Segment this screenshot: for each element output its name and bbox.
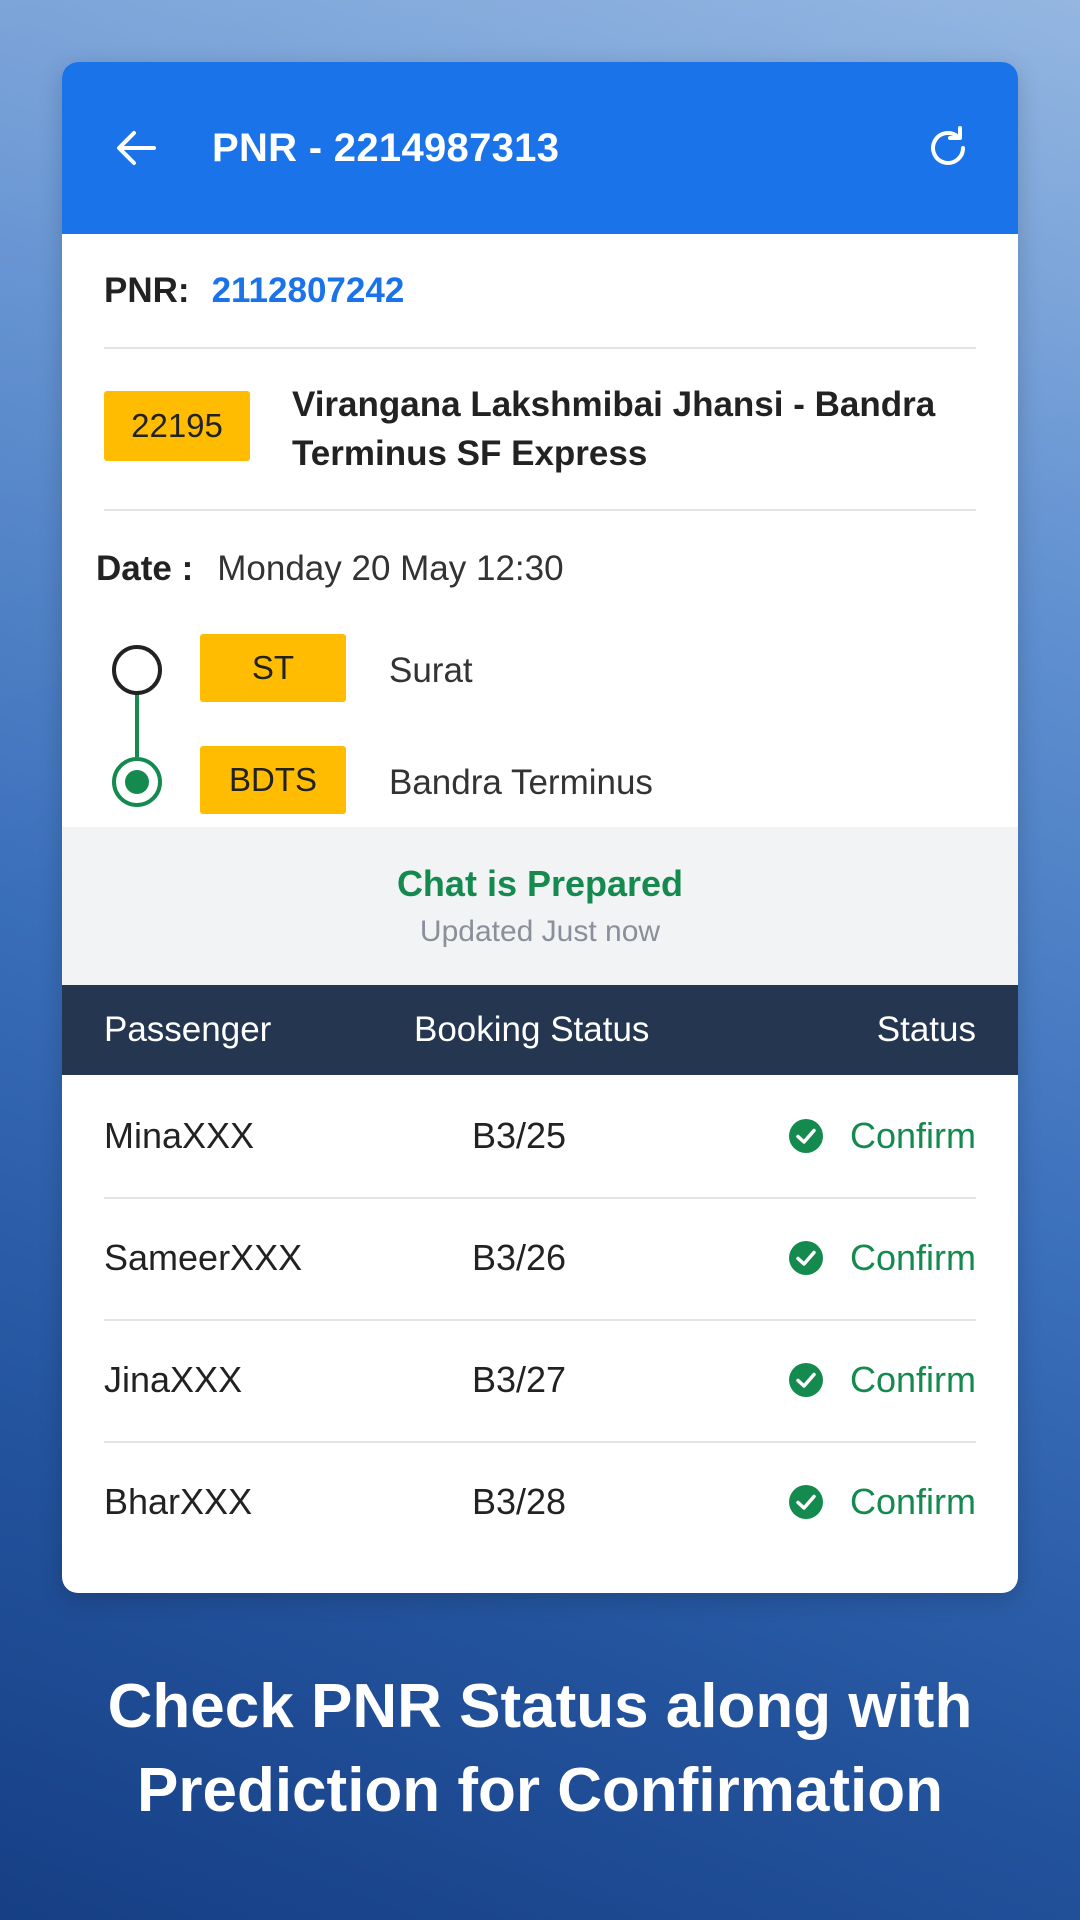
back-button[interactable] [114,126,158,170]
origin-dot-icon [112,645,162,695]
passenger-name: BharXXX [104,1481,253,1522]
current-status: Confirm [849,1237,976,1278]
passenger-table-header: Passenger Booking Status Status [62,985,1018,1075]
promo-tagline: Check PNR Status along with Prediction f… [0,1665,1080,1833]
date-value: Monday 20 May 12:30 [217,549,564,588]
origin-station-code: ST [200,634,346,702]
date-label: Date : [96,549,194,588]
table-row: MinaXXX B3/25 Confirm [62,1075,1018,1197]
pnr-row: PNR: 2112807242 [62,234,1018,347]
refresh-button[interactable] [924,124,972,172]
train-name: Virangana Lakshmibai Jhansi - Bandra Ter… [292,385,936,473]
current-status: Confirm [849,1115,976,1156]
booking-status: B3/27 [472,1359,567,1400]
status-cell: Confirm [694,1481,976,1523]
destination-station-name: Bandra Terminus [389,763,653,802]
passenger-name: MinaXXX [104,1115,255,1156]
booking-status: B3/28 [472,1481,567,1522]
destination-dot-icon [112,757,162,807]
passenger-name: JinaXXX [104,1359,243,1400]
check-circle-icon [788,1363,823,1397]
pnr-card: PNR - 2214987313 PNR: 2112807242 22195 V… [62,62,1018,1593]
status-cell: Confirm [694,1115,976,1157]
page-title: PNR - 2214987313 [212,125,560,170]
chart-status-text: Chat is Prepared [396,863,684,904]
header-passenger: Passenger [104,1010,272,1049]
refresh-icon [931,126,965,165]
app-bar: PNR - 2214987313 [62,62,1018,234]
header-booking-status: Booking Status [414,1010,650,1049]
table-row: BharXXX B3/28 Confirm [62,1441,1018,1563]
booking-status: B3/25 [472,1115,567,1156]
booking-status: B3/26 [472,1237,567,1278]
train-info: 22195 Virangana Lakshmibai Jhansi - Band… [62,349,1018,509]
pnr-number[interactable]: 2112807242 [212,271,405,311]
pnr-label: PNR: [104,270,190,310]
train-number-badge: 22195 [104,391,250,461]
origin-station-name: Surat [389,651,473,690]
header-status: Status [876,1010,976,1049]
chart-status-panel: Chat is Prepared Updated Just now [62,827,1018,985]
check-circle-icon [788,1119,823,1153]
status-cell: Confirm [694,1237,976,1279]
table-row: SameerXXX B3/26 Confirm [62,1197,1018,1319]
arrow-left-icon [117,131,156,165]
updated-time: Updated Just now [419,915,661,948]
current-status: Confirm [849,1481,976,1522]
route-timeline: ST Surat BDTS Bandra Terminus [62,627,1018,814]
passenger-name: SameerXXX [104,1237,303,1278]
destination-station-code: BDTS [200,746,346,814]
tagline-line-2: Prediction for Confirmation [137,1756,943,1825]
table-row: JinaXXX B3/27 Confirm [62,1319,1018,1441]
tagline-line-1: Check PNR Status along with [107,1672,973,1741]
current-status: Confirm [849,1359,976,1400]
status-cell: Confirm [694,1359,976,1401]
check-circle-icon [788,1241,823,1275]
check-circle-icon [788,1485,823,1519]
journey-date: Date : Monday 20 May 12:30 [62,511,1018,627]
